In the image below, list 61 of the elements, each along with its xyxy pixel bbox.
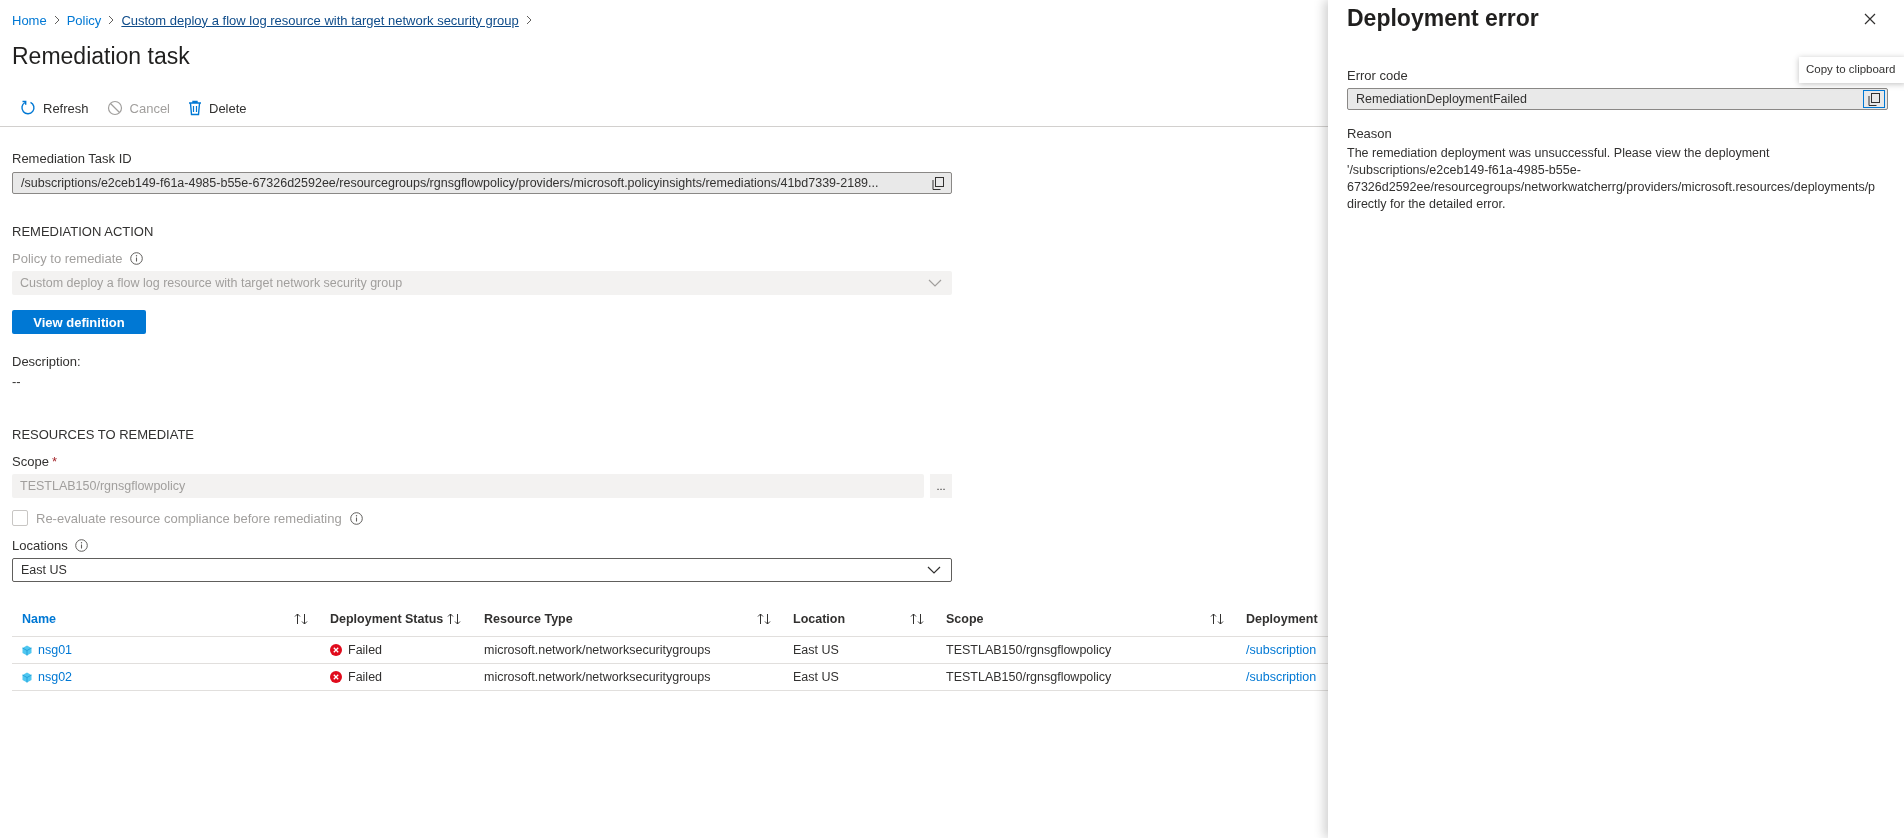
- chevron-right-icon: [525, 15, 532, 25]
- tooltip: Copy to clipboard: [1799, 57, 1904, 83]
- view-definition-button[interactable]: View definition: [12, 310, 146, 334]
- close-icon: [1864, 12, 1876, 25]
- deployment-link[interactable]: /subscription: [1246, 643, 1317, 657]
- trash-icon: [188, 100, 202, 116]
- deployment-link[interactable]: /subscription: [1246, 670, 1317, 684]
- field-label: Scope: [12, 454, 49, 469]
- table-cell: East US: [793, 670, 839, 684]
- table-cell: microsoft.network/networksecuritygroups: [484, 670, 711, 684]
- field-label: Reason: [1347, 126, 1393, 141]
- required-asterisk: *: [51, 454, 57, 469]
- column-header[interactable]: Scope: [946, 612, 984, 626]
- table-cell: TESTLAB150/rgnsgflowpolicy: [946, 670, 1112, 684]
- page-title: Remediation task: [12, 43, 191, 70]
- toolbar-button[interactable]: Delete: [184, 98, 251, 118]
- column-header[interactable]: Resource Type: [484, 612, 573, 626]
- panel-title: Deployment error: [1347, 5, 1539, 32]
- field-label: Locations: [12, 538, 68, 553]
- section-heading: REMEDIATION ACTION: [12, 224, 155, 239]
- chevron-down-icon: [928, 279, 942, 287]
- chevron-right-icon: [108, 15, 115, 25]
- table-cell: microsoft.network/networksecuritygroups: [484, 643, 711, 657]
- copy-icon: [932, 176, 944, 190]
- field-label: Description:: [12, 354, 82, 369]
- field-label: Policy to remediate: [12, 251, 123, 266]
- text-field[interactable]: /subscriptions/e2ceb149-f61a-4985-b55e-67326d2592ee/resourcegroups/rgnsgflowpolicy/providers/microsoft.policyinsights/remediations/41bd7339-2189...: [12, 172, 952, 194]
- info-icon: [129, 252, 143, 265]
- description-text: --: [12, 374, 22, 389]
- copy-icon: [1868, 92, 1880, 106]
- breadcrumb-link[interactable]: Home: [12, 12, 47, 28]
- column-header[interactable]: Location: [793, 612, 846, 626]
- info-icon: [349, 511, 363, 525]
- column-header[interactable]: Name: [22, 612, 57, 626]
- reason-text: The remediation deployment was unsuccessful. Please view the deployment '/subscriptions/e2ceb149-f61a-4985-b55e- 67326d2592ee/resourcegroups/networkwatcherrg/providers/microsoft.resources/deployments/p directly for the detailed error.: [1347, 145, 1877, 213]
- chevron-down-icon: [927, 566, 941, 574]
- checkbox-label: Re-evaluate resource compliance before remediating: [36, 510, 342, 526]
- breadcrumb-link[interactable]: Policy: [66, 12, 102, 28]
- column-header[interactable]: Deployment: [1246, 612, 1318, 626]
- field-label: Error code: [1347, 68, 1408, 83]
- status-text: Failed: [348, 643, 383, 657]
- resource-link[interactable]: nsg02: [38, 670, 73, 684]
- resource-link[interactable]: nsg01: [38, 643, 73, 657]
- dropdown[interactable]: East US: [12, 558, 952, 582]
- chevron-right-icon: [53, 15, 60, 25]
- copy-button[interactable]: [1863, 90, 1885, 108]
- table-cell: TESTLAB150/rgnsgflowpolicy: [946, 643, 1112, 657]
- cube-icon: [22, 644, 32, 656]
- info-icon: [74, 539, 88, 552]
- breadcrumb-link[interactable]: Custom deploy a flow log resource with target network security group: [121, 12, 519, 28]
- browse-button[interactable]: ...: [930, 474, 952, 498]
- field-label: Remediation Task ID: [12, 151, 133, 166]
- cancel-icon: [106, 100, 123, 116]
- section-heading: RESOURCES TO REMEDIATE: [12, 427, 196, 442]
- toolbar-button[interactable]: Refresh: [16, 98, 93, 118]
- cube-icon: [22, 671, 32, 683]
- text-field[interactable]: RemediationDeploymentFailed: [1347, 88, 1888, 110]
- status-text: Failed: [348, 670, 383, 684]
- column-header[interactable]: Deployment Status: [330, 612, 444, 626]
- table-cell: East US: [793, 643, 839, 657]
- refresh-icon: [20, 100, 36, 116]
